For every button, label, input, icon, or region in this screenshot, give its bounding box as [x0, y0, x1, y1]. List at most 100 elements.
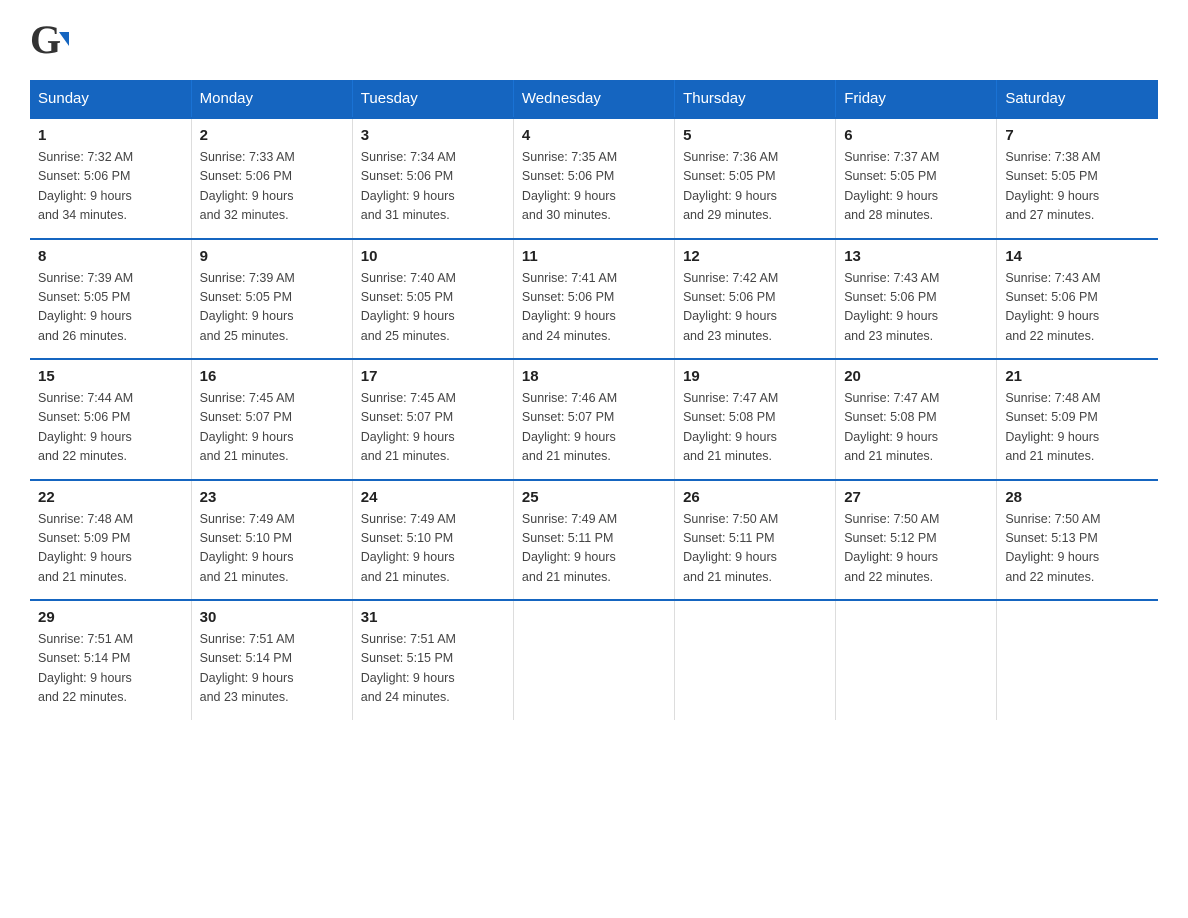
day-info: Sunrise: 7:33 AMSunset: 5:06 PMDaylight:… [200, 148, 344, 226]
column-header-monday: Monday [191, 80, 352, 118]
day-info: Sunrise: 7:43 AMSunset: 5:06 PMDaylight:… [844, 269, 988, 347]
day-number: 10 [361, 248, 505, 265]
day-info: Sunrise: 7:51 AMSunset: 5:15 PMDaylight:… [361, 630, 505, 708]
day-info: Sunrise: 7:49 AMSunset: 5:10 PMDaylight:… [361, 510, 505, 588]
day-number: 11 [522, 248, 666, 265]
day-info: Sunrise: 7:51 AMSunset: 5:14 PMDaylight:… [38, 630, 183, 708]
column-header-wednesday: Wednesday [513, 80, 674, 118]
day-info: Sunrise: 7:51 AMSunset: 5:14 PMDaylight:… [200, 630, 344, 708]
day-number: 28 [1005, 489, 1150, 506]
day-info: Sunrise: 7:35 AMSunset: 5:06 PMDaylight:… [522, 148, 666, 226]
day-info: Sunrise: 7:42 AMSunset: 5:06 PMDaylight:… [683, 269, 827, 347]
day-number: 21 [1005, 368, 1150, 385]
calendar-cell: 7 Sunrise: 7:38 AMSunset: 5:05 PMDaylight… [997, 118, 1158, 239]
calendar-cell: 29 Sunrise: 7:51 AMSunset: 5:14 PMDayligh… [30, 600, 191, 720]
day-number: 18 [522, 368, 666, 385]
day-info: Sunrise: 7:49 AMSunset: 5:11 PMDaylight:… [522, 510, 666, 588]
day-number: 19 [683, 368, 827, 385]
day-number: 4 [522, 127, 666, 144]
calendar-table: SundayMondayTuesdayWednesdayThursdayFrid… [30, 80, 1158, 720]
calendar-cell: 1Sunrise: 7:32 AMSunset: 5:06 PMDaylight… [30, 118, 191, 239]
day-info: Sunrise: 7:50 AMSunset: 5:13 PMDaylight:… [1005, 510, 1150, 588]
day-info: Sunrise: 7:39 AMSunset: 5:05 PMDaylight:… [200, 269, 344, 347]
calendar-cell [513, 600, 674, 720]
calendar-cell [675, 600, 836, 720]
calendar-cell: 25 Sunrise: 7:49 AMSunset: 5:11 PMDayligh… [513, 480, 674, 601]
day-info: Sunrise: 7:49 AMSunset: 5:10 PMDaylight:… [200, 510, 344, 588]
column-header-friday: Friday [836, 80, 997, 118]
day-info: Sunrise: 7:38 AMSunset: 5:05 PMDaylight:… [1005, 148, 1150, 226]
calendar-cell: 4 Sunrise: 7:35 AMSunset: 5:06 PMDaylight… [513, 118, 674, 239]
calendar-week-row: 22 Sunrise: 7:48 AMSunset: 5:09 PMDayligh… [30, 480, 1158, 601]
day-number: 6 [844, 127, 988, 144]
calendar-cell: 19Sunrise: 7:47 AMSunset: 5:08 PMDayligh… [675, 359, 836, 480]
calendar-cell: 11 Sunrise: 7:41 AMSunset: 5:06 PMDayligh… [513, 239, 674, 360]
calendar-cell: 24 Sunrise: 7:49 AMSunset: 5:10 PMDayligh… [352, 480, 513, 601]
day-number: 8 [38, 248, 183, 265]
calendar-cell: 26 Sunrise: 7:50 AMSunset: 5:11 PMDayligh… [675, 480, 836, 601]
day-number: 25 [522, 489, 666, 506]
calendar-cell [836, 600, 997, 720]
day-number: 9 [200, 248, 344, 265]
day-info: Sunrise: 7:50 AMSunset: 5:12 PMDaylight:… [844, 510, 988, 588]
calendar-cell: 2Sunrise: 7:33 AMSunset: 5:06 PMDaylight… [191, 118, 352, 239]
day-number: 30 [200, 609, 344, 626]
day-number: 20 [844, 368, 988, 385]
calendar-week-row: 1Sunrise: 7:32 AMSunset: 5:06 PMDaylight… [30, 118, 1158, 239]
day-number: 22 [38, 489, 183, 506]
day-info: Sunrise: 7:48 AMSunset: 5:09 PMDaylight:… [1005, 389, 1150, 467]
calendar-week-row: 29 Sunrise: 7:51 AMSunset: 5:14 PMDayligh… [30, 600, 1158, 720]
day-info: Sunrise: 7:36 AMSunset: 5:05 PMDaylight:… [683, 148, 827, 226]
calendar-cell: 8 Sunrise: 7:39 AMSunset: 5:05 PMDaylight… [30, 239, 191, 360]
logo-g-letter: G [30, 20, 61, 60]
calendar-cell: 20Sunrise: 7:47 AMSunset: 5:08 PMDayligh… [836, 359, 997, 480]
day-info: Sunrise: 7:48 AMSunset: 5:09 PMDaylight:… [38, 510, 183, 588]
calendar-cell: 5 Sunrise: 7:36 AMSunset: 5:05 PMDaylight… [675, 118, 836, 239]
day-info: Sunrise: 7:34 AMSunset: 5:06 PMDaylight:… [361, 148, 505, 226]
calendar-cell: 30 Sunrise: 7:51 AMSunset: 5:14 PMDayligh… [191, 600, 352, 720]
calendar-cell: 17Sunrise: 7:45 AMSunset: 5:07 PMDayligh… [352, 359, 513, 480]
calendar-cell: 13 Sunrise: 7:43 AMSunset: 5:06 PMDayligh… [836, 239, 997, 360]
day-number: 13 [844, 248, 988, 265]
day-number: 5 [683, 127, 827, 144]
calendar-cell: 3Sunrise: 7:34 AMSunset: 5:06 PMDaylight… [352, 118, 513, 239]
day-number: 23 [200, 489, 344, 506]
logo-chevron-icon [59, 32, 69, 46]
column-header-saturday: Saturday [997, 80, 1158, 118]
day-number: 12 [683, 248, 827, 265]
day-number: 27 [844, 489, 988, 506]
day-info: Sunrise: 7:50 AMSunset: 5:11 PMDaylight:… [683, 510, 827, 588]
calendar-cell: 27 Sunrise: 7:50 AMSunset: 5:12 PMDayligh… [836, 480, 997, 601]
day-number: 29 [38, 609, 183, 626]
day-info: Sunrise: 7:41 AMSunset: 5:06 PMDaylight:… [522, 269, 666, 347]
calendar-cell: 14 Sunrise: 7:43 AMSunset: 5:06 PMDayligh… [997, 239, 1158, 360]
calendar-cell: 31 Sunrise: 7:51 AMSunset: 5:15 PMDayligh… [352, 600, 513, 720]
calendar-cell: 6 Sunrise: 7:37 AMSunset: 5:05 PMDaylight… [836, 118, 997, 239]
day-number: 14 [1005, 248, 1150, 265]
calendar-cell: 12 Sunrise: 7:42 AMSunset: 5:06 PMDayligh… [675, 239, 836, 360]
calendar-cell: 10 Sunrise: 7:40 AMSunset: 5:05 PMDayligh… [352, 239, 513, 360]
day-number: 24 [361, 489, 505, 506]
calendar-cell [997, 600, 1158, 720]
day-number: 31 [361, 609, 505, 626]
calendar-week-row: 15Sunrise: 7:44 AMSunset: 5:06 PMDayligh… [30, 359, 1158, 480]
calendar-cell: 28 Sunrise: 7:50 AMSunset: 5:13 PMDayligh… [997, 480, 1158, 601]
calendar-week-row: 8 Sunrise: 7:39 AMSunset: 5:05 PMDaylight… [30, 239, 1158, 360]
page-header: G [30, 20, 1158, 60]
column-header-sunday: Sunday [30, 80, 191, 118]
day-number: 7 [1005, 127, 1150, 144]
day-info: Sunrise: 7:45 AMSunset: 5:07 PMDaylight:… [200, 389, 344, 467]
day-number: 26 [683, 489, 827, 506]
day-info: Sunrise: 7:45 AMSunset: 5:07 PMDaylight:… [361, 389, 505, 467]
calendar-cell: 23 Sunrise: 7:49 AMSunset: 5:10 PMDayligh… [191, 480, 352, 601]
day-info: Sunrise: 7:39 AMSunset: 5:05 PMDaylight:… [38, 269, 183, 347]
column-header-tuesday: Tuesday [352, 80, 513, 118]
day-info: Sunrise: 7:40 AMSunset: 5:05 PMDaylight:… [361, 269, 505, 347]
calendar-cell: 21 Sunrise: 7:48 AMSunset: 5:09 PMDayligh… [997, 359, 1158, 480]
calendar-cell: 16Sunrise: 7:45 AMSunset: 5:07 PMDayligh… [191, 359, 352, 480]
day-info: Sunrise: 7:43 AMSunset: 5:06 PMDaylight:… [1005, 269, 1150, 347]
day-info: Sunrise: 7:32 AMSunset: 5:06 PMDaylight:… [38, 148, 183, 226]
calendar-cell: 15Sunrise: 7:44 AMSunset: 5:06 PMDayligh… [30, 359, 191, 480]
column-header-thursday: Thursday [675, 80, 836, 118]
day-info: Sunrise: 7:37 AMSunset: 5:05 PMDaylight:… [844, 148, 988, 226]
